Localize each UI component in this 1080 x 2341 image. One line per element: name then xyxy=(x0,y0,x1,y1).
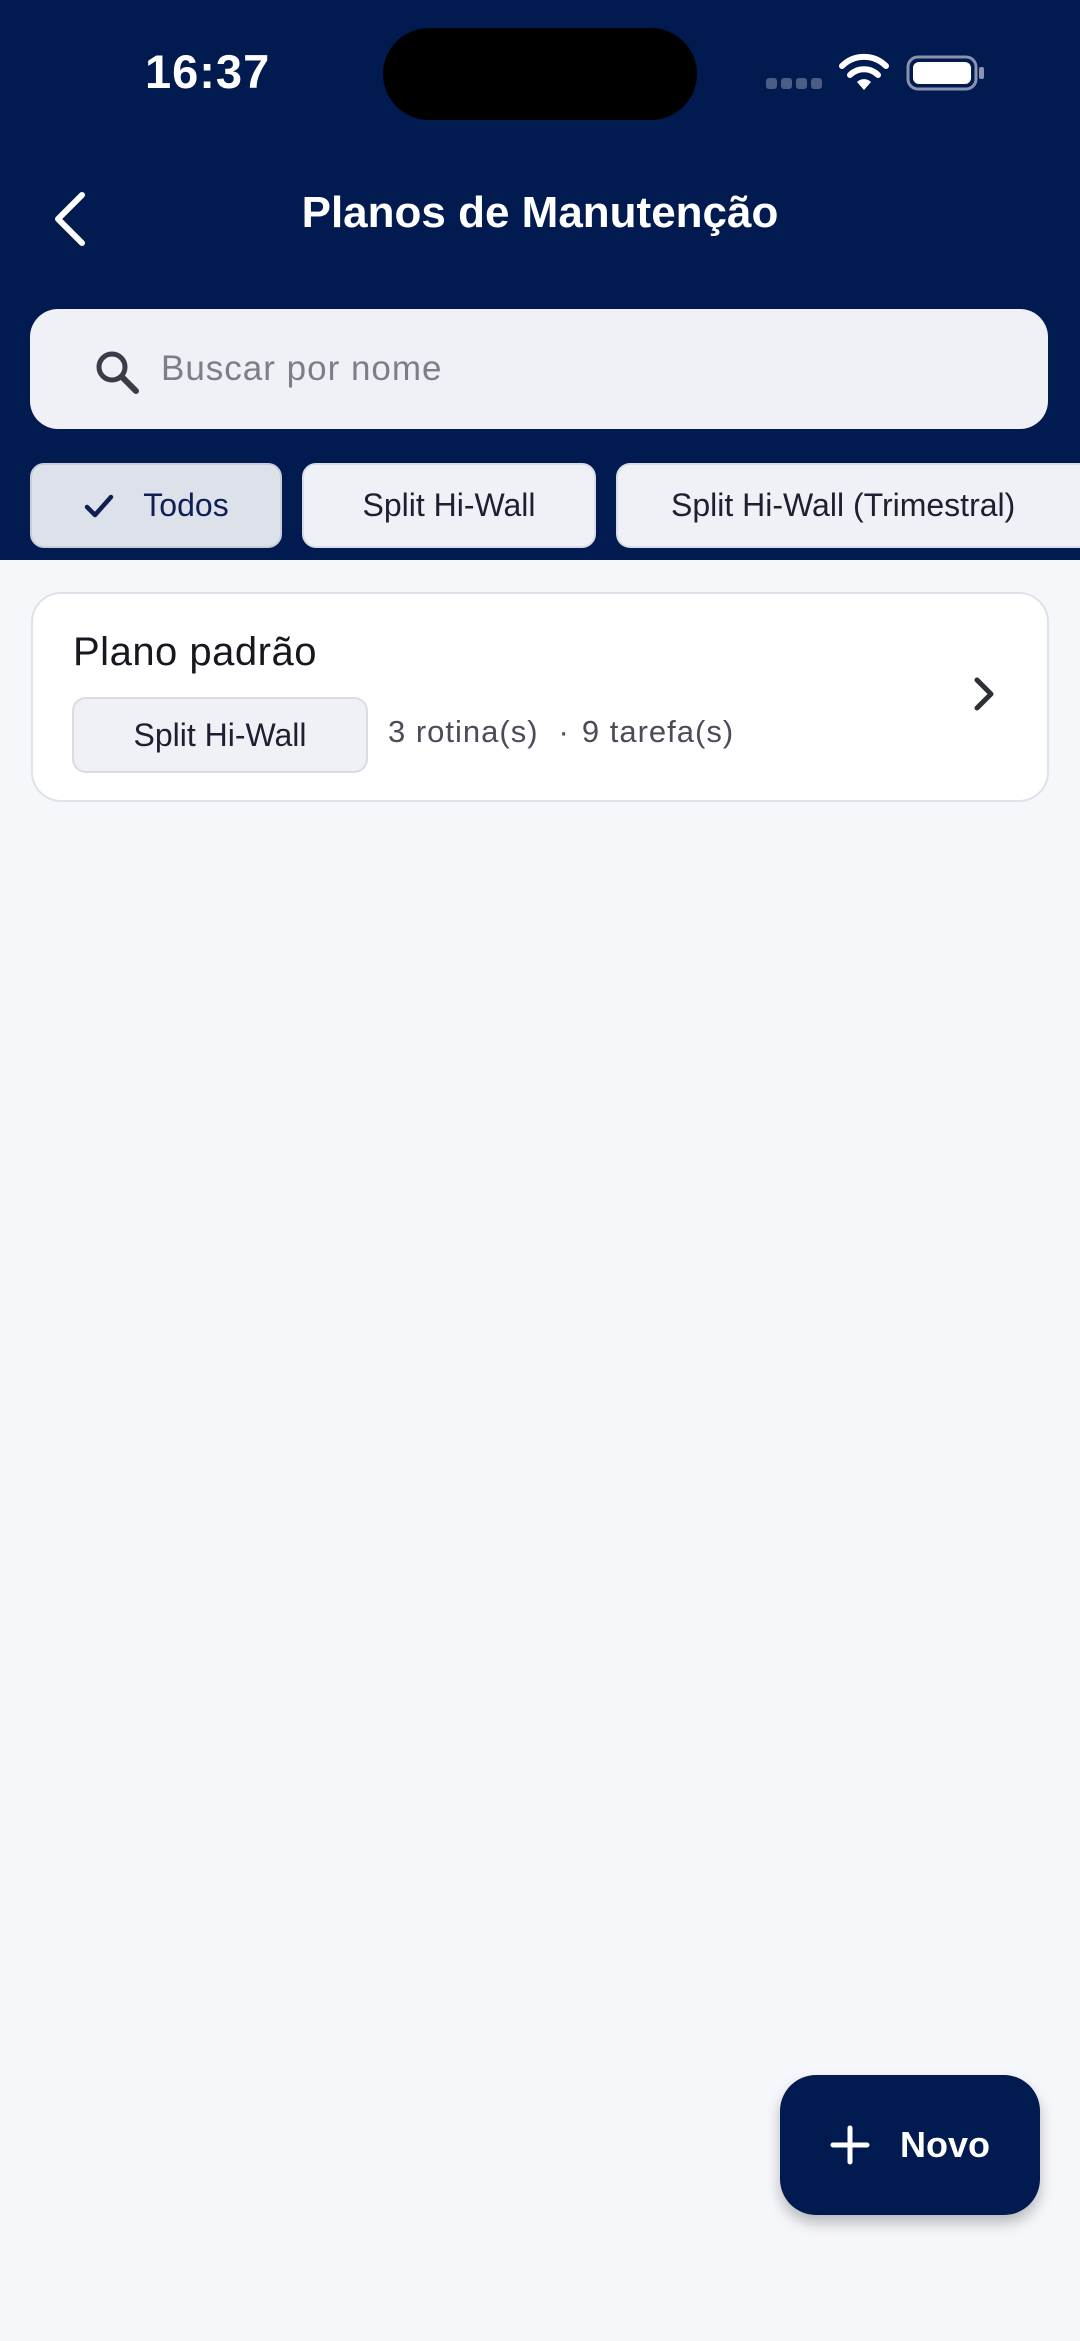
check-icon xyxy=(85,494,114,517)
app-header: 16:37 Planos de Manutenção Todos Split H… xyxy=(0,0,1080,560)
new-plan-label: Novo xyxy=(900,2124,990,2165)
search-bar[interactable] xyxy=(30,309,1048,429)
plan-name: Plano padrão xyxy=(73,630,317,674)
status-time: 16:37 xyxy=(145,45,271,98)
new-plan-button[interactable]: Novo xyxy=(780,2075,1040,2215)
search-icon xyxy=(96,351,139,394)
meta-separator: · xyxy=(558,714,570,749)
chevron-right-icon xyxy=(974,677,994,711)
page-title: Planos de Manutenção xyxy=(301,188,779,237)
equipment-tag: Split Hi-Wall xyxy=(72,697,368,773)
dynamic-island xyxy=(383,28,697,120)
filter-chip-split-hi-wall-trimestral[interactable]: Split Hi-Wall (Trimestral) xyxy=(616,463,1080,548)
search-input[interactable] xyxy=(161,309,1021,429)
filter-chip-todos[interactable]: Todos xyxy=(30,463,282,548)
routines-count: 3 rotina(s) xyxy=(388,714,539,749)
plan-meta: 3 rotina(s) · 9 tarefa(s) xyxy=(388,714,734,750)
tasks-count: 9 tarefa(s) xyxy=(581,714,735,749)
filter-chip-label: Split Hi-Wall xyxy=(362,487,536,523)
filter-chip-split-hi-wall[interactable]: Split Hi-Wall xyxy=(302,463,596,548)
cellular-signal-icon xyxy=(766,78,822,90)
content-area xyxy=(0,560,1080,2341)
plan-card[interactable]: Plano padrão Split Hi-Wall 3 rotina(s) · 9… xyxy=(31,592,1049,802)
filter-chip-label: Todos xyxy=(143,487,229,523)
filter-chip-label: Split Hi-Wall (Trimestral) xyxy=(671,487,1016,523)
battery-icon xyxy=(906,55,984,91)
plus-icon xyxy=(830,2125,870,2165)
wifi-icon xyxy=(839,53,889,90)
